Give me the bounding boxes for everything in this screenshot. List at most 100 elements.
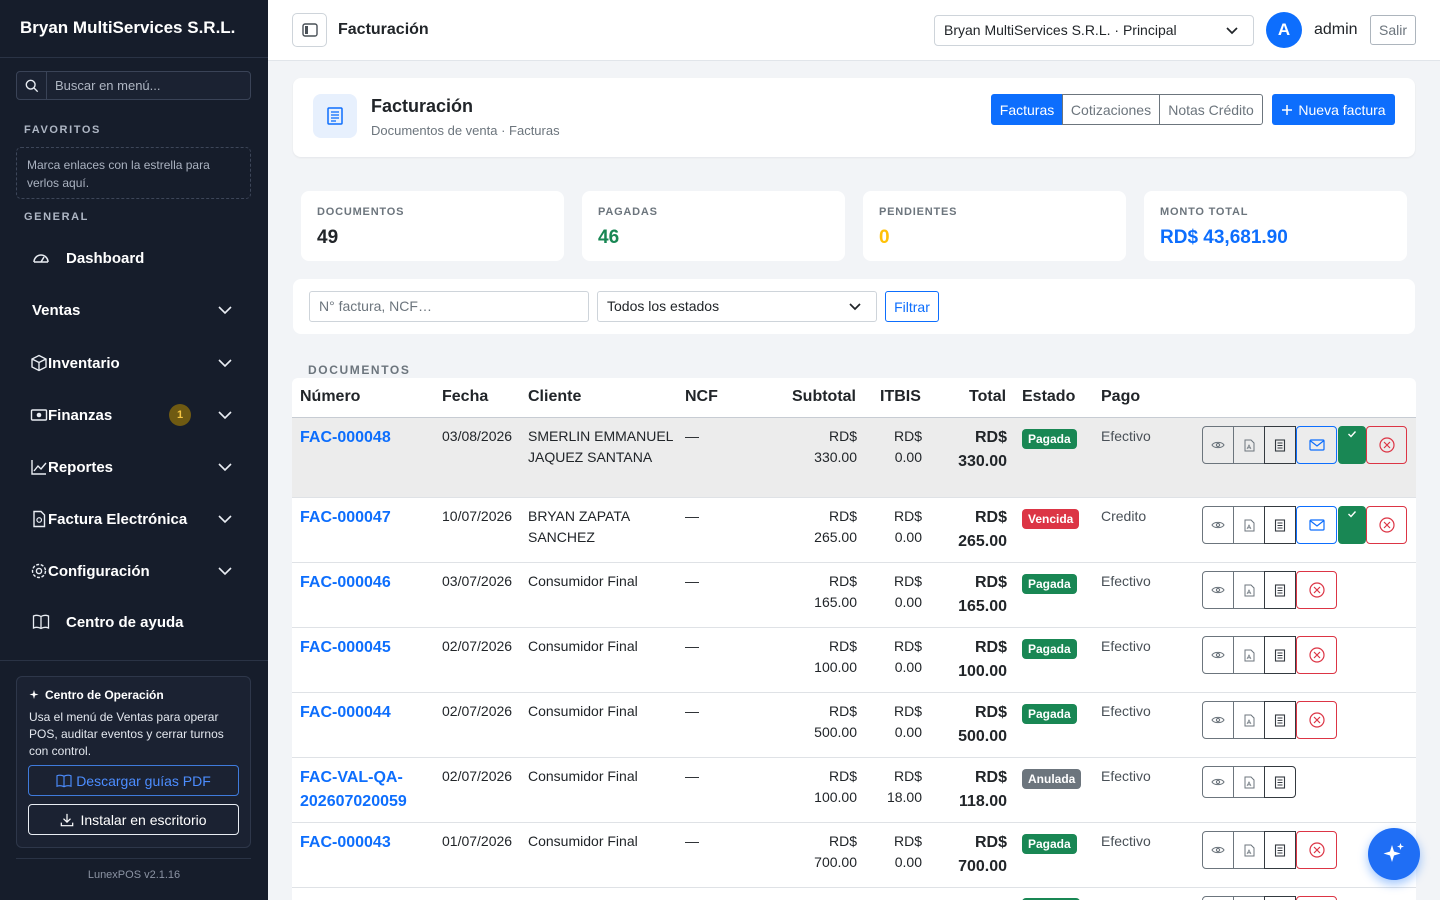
company-select-value: Bryan MultiServices S.R.L. · Principal bbox=[944, 22, 1177, 38]
view-button[interactable] bbox=[1202, 426, 1234, 464]
table-row[interactable]: FAC-000046 03/07/2026 Consumidor Final —… bbox=[292, 563, 1416, 628]
sparkle-icon bbox=[29, 690, 39, 699]
mark-paid-button[interactable] bbox=[1338, 506, 1366, 544]
menu-search[interactable]: Buscar en menú... bbox=[16, 71, 251, 100]
filter-button[interactable]: Filtrar bbox=[885, 291, 939, 322]
print-receipt-button[interactable] bbox=[1264, 701, 1296, 739]
invoice-number-link[interactable]: FAC-000048 bbox=[300, 426, 391, 450]
pdf-button[interactable] bbox=[1233, 896, 1265, 900]
invoice-client: Consumidor Final bbox=[528, 573, 638, 589]
status-select-value: Todos los estados bbox=[607, 298, 720, 314]
print-receipt-button[interactable] bbox=[1264, 831, 1296, 869]
invoice-number-link[interactable]: FAC-000043 bbox=[300, 831, 391, 855]
pdf-icon bbox=[1244, 584, 1254, 596]
pdf-button[interactable] bbox=[1233, 506, 1265, 544]
table-row[interactable]: FAC-000047 10/07/2026 BRYAN ZAPATA SANCH… bbox=[292, 498, 1416, 563]
view-button[interactable] bbox=[1202, 896, 1234, 900]
invoice-ncf: — bbox=[685, 768, 699, 784]
avatar[interactable]: A bbox=[1266, 12, 1302, 48]
eye-icon bbox=[1211, 846, 1225, 854]
cancel-invoice-button[interactable] bbox=[1296, 571, 1337, 609]
sidebar-item-configuracion[interactable]: Configuración bbox=[0, 551, 268, 591]
print-receipt-button[interactable] bbox=[1264, 636, 1296, 674]
view-button[interactable] bbox=[1202, 636, 1234, 674]
sidebar-item-inventario[interactable]: Inventario bbox=[0, 343, 268, 383]
invoice-number-link[interactable]: FAC-000045 bbox=[300, 636, 391, 660]
email-button[interactable] bbox=[1296, 506, 1337, 544]
table-row[interactable]: FAC-VAL-QA-202607020059 02/07/2026 Consu… bbox=[292, 758, 1416, 823]
assistant-fab-button[interactable] bbox=[1368, 828, 1420, 880]
sidebar-item-finanzas[interactable]: Finanzas 1 bbox=[0, 395, 268, 435]
pdf-button[interactable] bbox=[1233, 571, 1265, 609]
chevron-down-icon bbox=[218, 411, 232, 420]
invoice-search-input[interactable]: N° factura, NCF… bbox=[309, 291, 589, 322]
invoice-number-link[interactable]: FAC-000044 bbox=[300, 701, 391, 725]
company-select[interactable]: Bryan MultiServices S.R.L. · Principal bbox=[934, 15, 1254, 46]
header-title: Facturación bbox=[371, 96, 474, 116]
email-button[interactable] bbox=[1296, 426, 1337, 464]
pdf-button[interactable] bbox=[1233, 831, 1265, 869]
invoice-total: RD$ 500.00 bbox=[958, 704, 1007, 745]
pdf-button[interactable] bbox=[1233, 636, 1265, 674]
cancel-invoice-button[interactable] bbox=[1296, 636, 1337, 674]
print-receipt-button[interactable] bbox=[1264, 426, 1296, 464]
sidebar-item-reportes[interactable]: Reportes bbox=[0, 447, 268, 487]
dashboard-icon bbox=[33, 254, 49, 263]
new-invoice-button[interactable]: Nueva factura bbox=[1272, 94, 1395, 125]
sidebar-item-ventas[interactable]: Ventas bbox=[0, 290, 268, 330]
invoice-number-link[interactable]: FAC-VAL-QA-202607020059 bbox=[300, 766, 430, 814]
tab-facturas[interactable]: Facturas bbox=[991, 94, 1063, 125]
filter-card: N° factura, NCF… Todos los estados Filtr… bbox=[293, 279, 1415, 334]
cancel-circle-icon bbox=[1308, 582, 1325, 598]
receipt-icon bbox=[1274, 775, 1286, 789]
invoice-client: Consumidor Final bbox=[528, 833, 638, 849]
stat-pendientes: PENDIENTES 0 bbox=[863, 191, 1126, 261]
column-header-subtotal: Subtotal bbox=[792, 388, 856, 405]
view-button[interactable] bbox=[1202, 766, 1234, 798]
tab-cotizaciones[interactable]: Cotizaciones bbox=[1062, 94, 1160, 125]
logout-button[interactable]: Salir bbox=[1370, 15, 1416, 45]
check-icon bbox=[1348, 511, 1357, 518]
table-row[interactable]: FAC-000043 01/07/2026 Consumidor Final —… bbox=[292, 823, 1416, 888]
sidebar-toggle-button[interactable] bbox=[292, 13, 327, 47]
status-select[interactable]: Todos los estados bbox=[597, 291, 877, 322]
table-row[interactable]: FAC-000045 02/07/2026 Consumidor Final —… bbox=[292, 628, 1416, 693]
cancel-invoice-button[interactable] bbox=[1366, 506, 1407, 544]
invoice-number-link[interactable]: FAC-000047 bbox=[300, 506, 391, 530]
tab-notas-credito[interactable]: Notas Crédito bbox=[1159, 94, 1263, 125]
invoice-ncf: — bbox=[685, 428, 699, 444]
invoice-number-link[interactable]: FAC-000046 bbox=[300, 571, 391, 595]
print-receipt-button[interactable] bbox=[1264, 896, 1296, 900]
print-receipt-button[interactable] bbox=[1264, 766, 1296, 798]
sidebar-item-dashboard[interactable]: Dashboard bbox=[0, 238, 268, 278]
invoice-subtotal: RD$ 330.00 bbox=[814, 428, 857, 465]
download-guides-button[interactable]: Descargar guías PDF bbox=[28, 765, 239, 796]
sidebar-item-centro-de-ayuda[interactable]: Centro de ayuda bbox=[0, 602, 268, 642]
view-button[interactable] bbox=[1202, 506, 1234, 544]
pdf-button[interactable] bbox=[1233, 766, 1265, 798]
cancel-invoice-button[interactable] bbox=[1296, 896, 1337, 900]
invoice-subtotal: RD$ 265.00 bbox=[814, 508, 857, 545]
document-icon bbox=[33, 510, 46, 528]
pdf-button[interactable] bbox=[1233, 701, 1265, 739]
table-row[interactable]: FAC-000044 02/07/2026 Consumidor Final —… bbox=[292, 693, 1416, 758]
receipt-icon bbox=[1274, 648, 1286, 662]
view-button[interactable] bbox=[1202, 831, 1234, 869]
menu-search-input[interactable]: Buscar en menú... bbox=[47, 72, 161, 99]
sidebar-item-factura-electronica[interactable]: Factura Electrónica bbox=[0, 499, 268, 539]
cancel-invoice-button[interactable] bbox=[1296, 701, 1337, 739]
print-receipt-button[interactable] bbox=[1264, 571, 1296, 609]
download-guides-label: Descargar guías PDF bbox=[76, 772, 211, 789]
view-button[interactable] bbox=[1202, 701, 1234, 739]
cancel-invoice-button[interactable] bbox=[1366, 426, 1407, 464]
table-row[interactable] bbox=[292, 888, 1416, 900]
pdf-button[interactable] bbox=[1233, 426, 1265, 464]
table-row[interactable]: FAC-000048 03/08/2026 SMERLIN EMMANUEL J… bbox=[292, 418, 1416, 498]
page-title: Facturación bbox=[338, 21, 429, 38]
print-receipt-button[interactable] bbox=[1264, 506, 1296, 544]
cancel-invoice-button[interactable] bbox=[1296, 831, 1337, 869]
view-button[interactable] bbox=[1202, 571, 1234, 609]
brand-name: Bryan MultiServices S.R.L. bbox=[0, 0, 268, 58]
install-desktop-button[interactable]: Instalar en escritorio bbox=[28, 804, 239, 835]
mark-paid-button[interactable] bbox=[1338, 426, 1366, 464]
